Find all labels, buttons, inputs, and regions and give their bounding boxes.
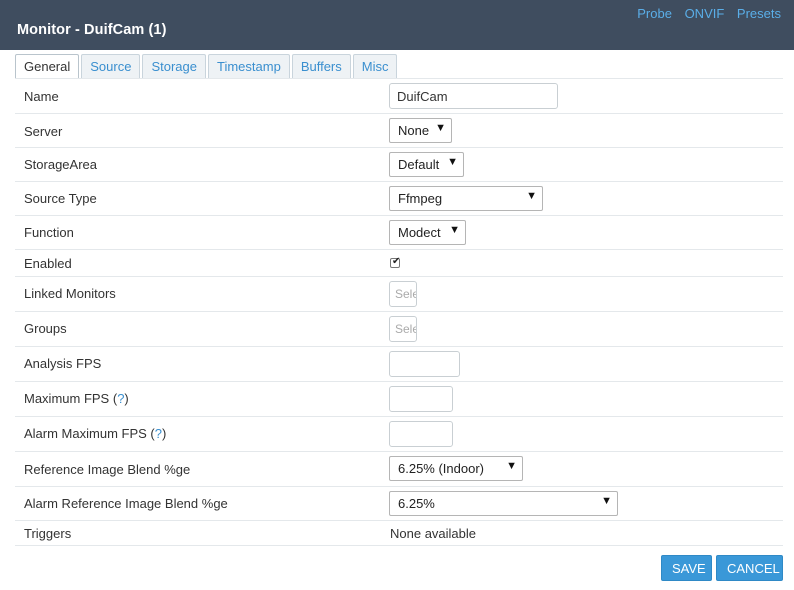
onvif-link[interactable]: ONVIF [685,6,725,21]
function-value: Modect [398,225,441,240]
row-alarm-maximum-fps: Alarm Maximum FPS (?) [15,417,783,452]
storage-area-value: Default [398,157,440,172]
row-function: Function Modect ▼ [15,216,783,250]
source-type-label: Source Type [24,191,97,206]
alarm-ref-blend-select[interactable]: 6.25% ▼ [389,491,618,516]
row-alarm-ref-blend: Alarm Reference Image Blend %ge 6.25% ▼ [15,487,783,521]
alarm-maximum-fps-input[interactable] [389,421,453,447]
linked-monitors-label: Linked Monitors [24,286,116,301]
storage-area-label: StorageArea [24,157,97,172]
row-maximum-fps: Maximum FPS (?) [15,382,783,417]
storage-area-select[interactable]: Default ▼ [389,152,464,177]
chevron-down-icon: ▼ [601,495,612,507]
alarm-maximum-fps-help-link[interactable]: ? [155,426,162,441]
chevron-down-icon: ▼ [435,122,446,134]
tab-buffers[interactable]: Buffers [291,54,351,78]
server-value: None [398,123,430,138]
row-server: Server None ▼ [15,114,783,148]
monitor-form: Name Server None ▼ StorageArea Default ▼… [15,78,783,546]
header-links: Probe ONVIF Presets [628,6,781,21]
header-bar: Monitor - DuifCam (1) Probe ONVIF Preset… [0,0,794,50]
maximum-fps-label: Maximum FPS (?) [24,391,129,406]
tab-misc[interactable]: Misc [352,54,398,78]
cancel-button[interactable]: CANCEL [716,555,783,581]
row-triggers: Triggers None available [15,521,783,546]
analysis-fps-label: Analysis FPS [24,356,102,371]
ref-blend-select[interactable]: 6.25% (Indoor) ▼ [389,456,523,481]
chevron-down-icon: ▼ [526,190,537,202]
source-type-select[interactable]: Ffmpeg ▼ [389,186,543,211]
analysis-fps-input[interactable] [389,351,460,377]
ref-blend-value: 6.25% (Indoor) [398,461,484,476]
save-button[interactable]: SAVE [661,555,712,581]
maximum-fps-input[interactable] [389,386,453,412]
presets-link[interactable]: Presets [737,6,781,21]
groups-select[interactable]: Select [389,316,417,342]
chevron-down-icon: ▼ [449,224,460,236]
server-select[interactable]: None ▼ [389,118,452,143]
source-type-value: Ffmpeg [398,191,443,206]
tab-source[interactable]: Source [81,54,141,78]
function-select[interactable]: Modect ▼ [389,220,466,245]
name-input[interactable] [389,83,558,109]
check-icon: ✔ [392,256,401,267]
row-ref-blend: Reference Image Blend %ge 6.25% (Indoor)… [15,452,783,487]
server-label: Server [24,124,63,139]
row-enabled: Enabled ✔ [15,250,783,277]
enabled-label: Enabled [24,256,72,271]
alarm-ref-blend-label: Alarm Reference Image Blend %ge [24,496,228,511]
tab-bar: General Source Storage Timestamp Buffers… [15,54,399,79]
tab-storage[interactable]: Storage [142,54,206,78]
page-title: Monitor - DuifCam (1) [17,22,167,38]
function-label: Function [24,225,74,240]
chevron-down-icon: ▼ [447,156,458,168]
row-groups: Groups Select [15,312,783,347]
tab-timestamp[interactable]: Timestamp [208,54,290,78]
chevron-down-icon: ▼ [506,460,517,472]
alarm-ref-blend-value: 6.25% [398,496,435,511]
row-source-type: Source Type Ffmpeg ▼ [15,182,783,216]
enabled-checkbox[interactable]: ✔ [390,256,401,268]
row-name: Name [15,79,783,114]
probe-link[interactable]: Probe [637,6,672,21]
row-analysis-fps: Analysis FPS [15,347,783,382]
groups-label: Groups [24,321,67,336]
name-label: Name [24,89,59,104]
row-linked-monitors: Linked Monitors Select [15,277,783,312]
alarm-maximum-fps-label: Alarm Maximum FPS (?) [24,426,167,441]
ref-blend-label: Reference Image Blend %ge [24,462,191,477]
row-storage-area: StorageArea Default ▼ [15,148,783,182]
triggers-label: Triggers [24,526,72,541]
triggers-value: None available [390,526,477,541]
linked-monitors-select[interactable]: Select [389,281,417,307]
tab-general[interactable]: General [15,54,80,79]
maximum-fps-help-link[interactable]: ? [117,391,124,406]
